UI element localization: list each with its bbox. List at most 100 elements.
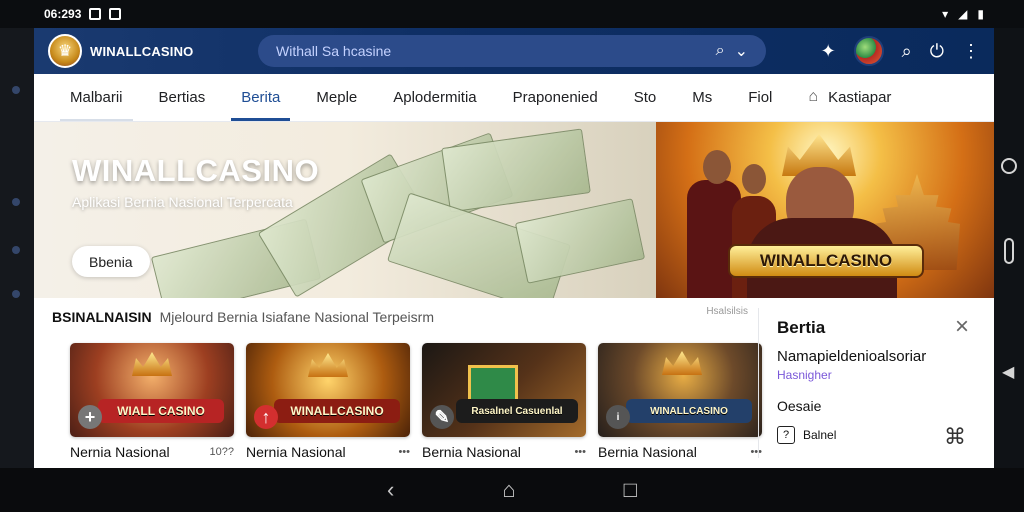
share-icon[interactable]: ⌘ [944, 424, 966, 450]
brand-logo[interactable]: ♛ WINALLCASINO [48, 34, 258, 68]
featured-section: BSINALNAISIN Mjelourd Bernia Isiafane Na… [52, 306, 762, 466]
app-bar: ♛ WINALLCASINO ⌕ ⌄ ✦ ⌕ ⏻ ⋮ [34, 28, 994, 74]
rail-dot-icon [12, 86, 20, 94]
tab-berita[interactable]: Berita [223, 73, 298, 121]
game-thumbnail[interactable]: WIALL CASINO + [70, 343, 234, 437]
tab-praponenied[interactable]: Praponenied [495, 73, 616, 121]
game-thumbnail[interactable]: WINALLCASINO i [598, 343, 762, 437]
tab-malbarii[interactable]: Malbarii [52, 73, 141, 121]
tab-label: Praponenied [512, 88, 598, 106]
status-time: 06:293 [44, 7, 82, 21]
section-more-link[interactable]: Hsalsilsis [706, 306, 748, 317]
back-icon[interactable]: ‹ [387, 477, 394, 503]
card-caption-row: Nernia Nasional ••• [246, 444, 410, 460]
right-rail: ◀ [994, 28, 1024, 468]
panel-title: Bertia [777, 318, 826, 337]
panel-row-label: Balnel [803, 428, 837, 442]
chevron-down-icon[interactable]: ⌄ [735, 41, 748, 61]
game-card[interactable]: WINALLCASINO ↑ Nernia Nasional ••• [246, 343, 410, 460]
game-card[interactable]: Rasalnel Casuenlal ✎ Bernia Nasional ••• [422, 343, 586, 460]
more-icon[interactable]: ⋮ [962, 41, 980, 62]
tab-bertias[interactable]: Bertias [141, 73, 224, 121]
casino-character-banner: WINALLCASINO [656, 122, 994, 298]
help-box-icon[interactable]: ? [777, 426, 795, 444]
card-title: Nernia Nasional [70, 444, 170, 460]
person-head-icon [742, 164, 766, 194]
thumbnail-label: WINALLCASINO [274, 399, 400, 423]
hero-banner: WINALLCASINO Aplikasi Bernia Nasional Te… [34, 122, 994, 298]
app-actions: ✦ ⌕ ⏻ ⋮ [821, 36, 980, 66]
search-input[interactable] [276, 43, 706, 59]
signal-icon: ◢ [958, 7, 968, 21]
crown-icon [662, 351, 702, 375]
tab-meple[interactable]: Meple [298, 73, 375, 121]
person-head-icon [703, 150, 731, 184]
recents-icon[interactable]: □ [624, 477, 637, 503]
back-triangle-icon[interactable]: ◀ [1002, 362, 1014, 382]
round-button-icon[interactable] [1001, 158, 1017, 174]
brand-name: WINALLCASINO [90, 43, 194, 59]
status-left: 06:293 [44, 7, 122, 21]
close-icon[interactable]: × [955, 315, 969, 339]
section-title-rest: Mjelourd Bernia Isiafane Nasional Terpei… [159, 309, 434, 325]
pill-button-icon[interactable] [1004, 238, 1014, 264]
tab-label: Sto [633, 88, 657, 106]
side-panel: Bertia × Namapieldenioalsoriar Hasnigher… [758, 308, 984, 458]
tab-label: Meple [316, 88, 358, 106]
search-bar[interactable]: ⌕ ⌄ [258, 35, 766, 67]
status-bar: 06:293 ▾ ◢ ▮ [34, 0, 994, 28]
section-title-bold: BSINALNAISIN [52, 309, 152, 325]
thumbnail-label: Rasalnel Casuenlal [456, 399, 578, 423]
tab-label: Fiol [748, 88, 773, 106]
card-caption-row: Bernia Nasional ••• [422, 444, 586, 460]
thumbnail-label: WINALLCASINO [626, 399, 752, 423]
tab-label: Berita [241, 88, 281, 106]
user-avatar[interactable] [853, 36, 884, 66]
search-icon[interactable]: ⌕ [716, 42, 725, 60]
battery-icon: ▮ [977, 7, 984, 21]
power-icon[interactable]: ⏻ [930, 41, 944, 62]
card-meta: 10?? [209, 446, 234, 458]
rail-dot-icon [12, 198, 20, 206]
puzzle-icon[interactable]: ✦ [821, 41, 836, 62]
thumbnail-label: WIALL CASINO [98, 399, 224, 423]
search-action-icon[interactable]: ⌕ [902, 41, 912, 62]
tab-kastiapar[interactable]: ⌂ Kastiapar [790, 73, 909, 121]
status-p-icon [89, 8, 102, 20]
house-icon: ⌂ [808, 88, 819, 105]
game-thumbnail[interactable]: Rasalnel Casuenlal ✎ [422, 343, 586, 437]
rail-dot-icon [12, 246, 20, 254]
casino-crown-icon: ♛ [48, 34, 82, 68]
tab-fiol[interactable]: Fiol [730, 73, 790, 121]
android-navigation-bar: ‹ ⌂ □ [0, 468, 1024, 512]
rail-dot-icon [12, 290, 20, 298]
panel-label: Oesaie [777, 398, 822, 414]
tab-ms[interactable]: Ms [674, 73, 730, 121]
card-title: Bernia Nasional [598, 444, 697, 460]
edit-icon[interactable]: ✎ [430, 405, 454, 429]
game-thumbnail[interactable]: WINALLCASINO ↑ [246, 343, 410, 437]
home-icon[interactable]: ⌂ [502, 477, 515, 503]
device-right-buttons: ◀ [1001, 158, 1017, 428]
casino-logo-label: WINALLCASINO [728, 244, 924, 278]
card-caption-row: Bernia Nasional ••• [598, 444, 762, 460]
game-card-list: WIALL CASINO + Nernia Nasional 10?? WINAL… [70, 343, 762, 460]
panel-link[interactable]: Hasnigher [777, 368, 966, 382]
hero-subtitle: Aplikasi Bernia Nasional Terpercata [72, 194, 293, 210]
info-icon[interactable]: i [606, 405, 630, 429]
tab-sto[interactable]: Sto [616, 73, 675, 121]
game-card[interactable]: WIALL CASINO + Nernia Nasional 10?? [70, 343, 234, 460]
tab-aplodermitia[interactable]: Aplodermitia [375, 73, 494, 121]
plus-icon[interactable]: + [78, 405, 102, 429]
money-stack-icon [514, 198, 646, 284]
section-title: BSINALNAISIN Mjelourd Bernia Isiafane Na… [52, 306, 758, 328]
game-card[interactable]: WINALLCASINO i Bernia Nasional ••• [598, 343, 762, 460]
pin-icon[interactable]: ↑ [254, 405, 278, 429]
crown-icon [132, 352, 172, 376]
panel-action-row[interactable]: ? Balnel [777, 426, 836, 444]
tab-label: Malbarii [70, 88, 123, 106]
money-hero: WINALLCASINO Aplikasi Bernia Nasional Te… [34, 122, 656, 298]
card-caption-row: Nernia Nasional 10?? [70, 444, 234, 460]
hero-cta-button[interactable]: Bbenia [72, 246, 150, 277]
crown-icon [308, 353, 348, 377]
